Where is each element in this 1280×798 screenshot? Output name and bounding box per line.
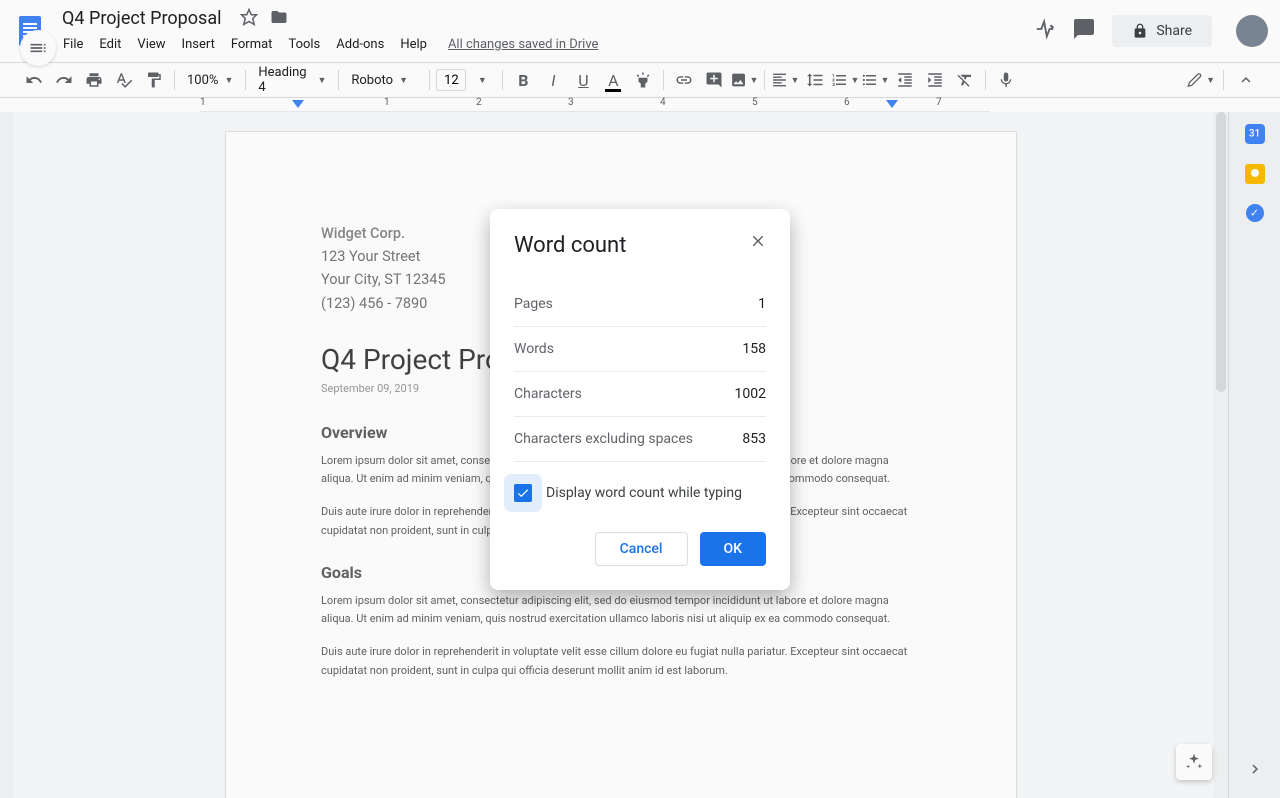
modal-row-value: 1002 (735, 386, 766, 402)
modal-row-label: Characters (514, 386, 582, 402)
modal-title: Word count (514, 233, 766, 258)
modal-row: Characters 1002 (514, 372, 766, 417)
modal-row-value: 853 (742, 431, 766, 447)
ok-button[interactable]: OK (700, 532, 767, 566)
check-icon (516, 486, 530, 500)
modal-row: Pages 1 (514, 282, 766, 327)
cancel-button[interactable]: Cancel (595, 532, 688, 566)
close-icon[interactable] (746, 229, 770, 253)
modal-row: Words 158 (514, 327, 766, 372)
modal-row-value: 158 (742, 341, 766, 357)
modal-row-label: Characters excluding spaces (514, 431, 693, 447)
word-count-modal: Word count Pages 1 Words 158 Characters … (490, 209, 790, 590)
modal-row-label: Words (514, 341, 554, 357)
checkbox-label: Display word count while typing (546, 485, 742, 501)
modal-row-value: 1 (758, 296, 766, 312)
modal-row-label: Pages (514, 296, 553, 312)
modal-overlay: Word count Pages 1 Words 158 Characters … (0, 0, 1280, 798)
display-count-checkbox[interactable] (514, 484, 532, 502)
modal-row: Characters excluding spaces 853 (514, 417, 766, 462)
